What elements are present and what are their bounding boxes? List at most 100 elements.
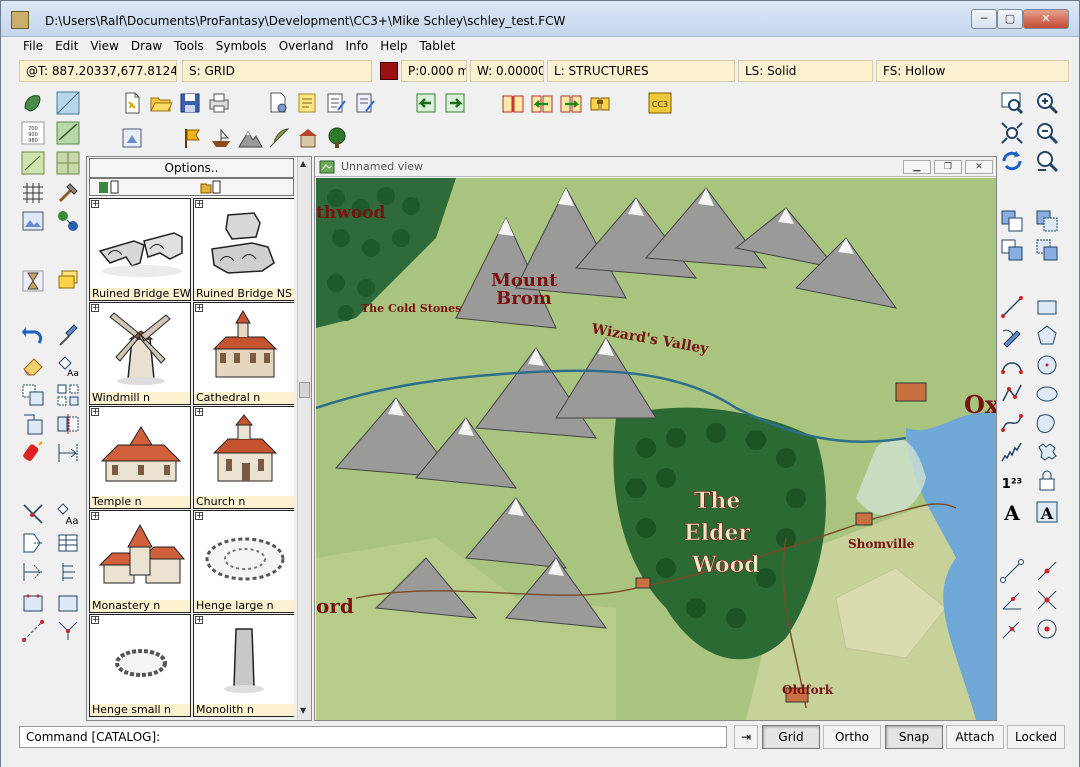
eraser-icon[interactable]: [20, 353, 46, 379]
zoom-window-icon[interactable]: [999, 90, 1025, 116]
view-close-button[interactable]: ✕: [965, 160, 993, 174]
text-icon[interactable]: A: [999, 499, 1025, 525]
notes-icon[interactable]: [294, 90, 320, 116]
text-box-icon[interactable]: A: [1034, 499, 1060, 525]
tools-icon[interactable]: [55, 180, 81, 206]
book-forward-icon[interactable]: [558, 90, 584, 116]
grid-area-icon[interactable]: [55, 150, 81, 176]
command-history-icon[interactable]: ⇥: [734, 725, 758, 749]
smooth-polygon-icon[interactable]: [1034, 410, 1060, 436]
menu-tablet[interactable]: Tablet: [420, 37, 456, 55]
grid-icon[interactable]: [20, 180, 46, 206]
fractal-line-icon[interactable]: [999, 439, 1025, 465]
book-back-icon[interactable]: [529, 90, 555, 116]
arc-icon[interactable]: [999, 352, 1025, 378]
layer-field[interactable]: L: STRUCTURES: [547, 60, 735, 82]
width-field[interactable]: W: 0.00000: [470, 60, 544, 82]
scatter-icon[interactable]: [20, 150, 46, 176]
cc3-icon[interactable]: CC3: [647, 90, 673, 116]
expand-icon[interactable]: +: [195, 200, 203, 208]
pipette-icon[interactable]: [55, 324, 81, 350]
copy-icon[interactable]: [20, 411, 46, 437]
maximize-button[interactable]: ▢: [997, 9, 1023, 29]
catalog-item[interactable]: + Ruined Bridge NS n: [193, 198, 294, 301]
landmass-icon[interactable]: [20, 90, 46, 116]
explode-icon[interactable]: [20, 440, 46, 466]
stretch-icon[interactable]: [55, 440, 81, 466]
coords-field[interactable]: @T: 887.20337,677.81244: [19, 60, 177, 82]
table-icon[interactable]: [55, 530, 81, 556]
open-folder-icon[interactable]: [148, 90, 174, 116]
ship-icon[interactable]: [208, 125, 234, 151]
edit-list-icon[interactable]: [323, 90, 349, 116]
catalog-options-button[interactable]: Options..: [89, 158, 294, 178]
new-catalog-icon[interactable]: [98, 180, 120, 194]
print-icon[interactable]: [206, 90, 232, 116]
hourglass-icon[interactable]: [20, 268, 46, 294]
zoom-out-icon[interactable]: [1034, 120, 1060, 146]
properties-icon[interactable]: [265, 90, 291, 116]
bring-front-icon[interactable]: [999, 237, 1025, 263]
snap-angle-icon[interactable]: [999, 587, 1025, 613]
binoculars-icon[interactable]: [587, 90, 613, 116]
catalog-item[interactable]: + Cathedral n: [193, 302, 294, 405]
numbering-icon[interactable]: 1²³: [999, 468, 1025, 494]
rectangle-icon[interactable]: [20, 590, 46, 616]
menu-draw[interactable]: Draw: [131, 37, 162, 55]
menu-info[interactable]: Info: [345, 37, 368, 55]
move-icon[interactable]: [20, 382, 46, 408]
fillstyle-field[interactable]: FS: Hollow: [876, 60, 1069, 82]
zoom-in-icon[interactable]: [1034, 90, 1060, 116]
snap-toggle[interactable]: Snap: [885, 725, 943, 749]
intersect-icon[interactable]: [55, 618, 81, 644]
layers-icon[interactable]: [55, 268, 81, 294]
extend-icon[interactable]: [20, 530, 46, 556]
building-icon[interactable]: [295, 125, 321, 151]
tree-icon[interactable]: [324, 125, 350, 151]
menu-file[interactable]: File: [23, 37, 43, 55]
pen-field[interactable]: P:0.000 mm: [401, 60, 467, 82]
polyline-icon[interactable]: [999, 381, 1025, 407]
circle-icon[interactable]: [1034, 352, 1060, 378]
frame-icon[interactable]: [55, 590, 81, 616]
catalog-item[interactable]: + Temple n: [89, 406, 191, 509]
polygon-icon[interactable]: [1034, 323, 1060, 349]
pen-tool-icon[interactable]: [999, 323, 1025, 349]
close-button[interactable]: ✕: [1023, 9, 1069, 29]
menu-tools[interactable]: Tools: [174, 37, 204, 55]
catalog-item[interactable]: + Windmill n: [89, 302, 191, 405]
catalog-item[interactable]: + Church n: [193, 406, 294, 509]
catalog-item[interactable]: + Monastery n: [89, 510, 191, 613]
app-icon[interactable]: [11, 11, 29, 29]
linestyle-field[interactable]: LS: Solid: [738, 60, 873, 82]
group-back-icon[interactable]: [1034, 208, 1060, 234]
map-canvas[interactable]: Mount Brom Wizard's Valley The Cold Ston…: [316, 178, 996, 720]
undo-view-icon[interactable]: [413, 90, 439, 116]
catalog-item[interactable]: + Henge large n: [193, 510, 294, 613]
scroll-up-icon[interactable]: ▲: [300, 159, 306, 168]
new-file-icon[interactable]: [119, 90, 145, 116]
snap-line-icon[interactable]: [999, 558, 1025, 584]
save-icon[interactable]: [177, 90, 203, 116]
catalog-item[interactable]: + Ruined Bridge EW n: [89, 198, 191, 301]
snap-intersection-icon[interactable]: [1034, 587, 1060, 613]
transform-icon[interactable]: [55, 208, 81, 234]
undo-icon[interactable]: [20, 324, 46, 350]
text-properties-icon[interactable]: Aa: [55, 501, 81, 527]
terrain-line-icon[interactable]: [55, 120, 81, 146]
fillet-icon[interactable]: [20, 559, 46, 585]
book-icon[interactable]: [500, 90, 526, 116]
ortho-toggle[interactable]: Ortho: [823, 725, 881, 749]
menu-edit[interactable]: Edit: [55, 37, 78, 55]
scale-line-icon[interactable]: [20, 618, 46, 644]
mountain-icon[interactable]: [237, 125, 263, 151]
fill-text-icon[interactable]: Aa: [55, 353, 81, 379]
menu-symbols[interactable]: Symbols: [216, 37, 267, 55]
minimize-button[interactable]: ─: [971, 9, 997, 29]
snap-field[interactable]: S: GRID: [182, 60, 372, 82]
snap-midpoint-icon[interactable]: [1034, 558, 1060, 584]
group-front-icon[interactable]: [1034, 237, 1060, 263]
scroll-thumb[interactable]: [299, 382, 310, 398]
sea-icon[interactable]: [55, 90, 81, 116]
menu-help[interactable]: Help: [380, 37, 407, 55]
